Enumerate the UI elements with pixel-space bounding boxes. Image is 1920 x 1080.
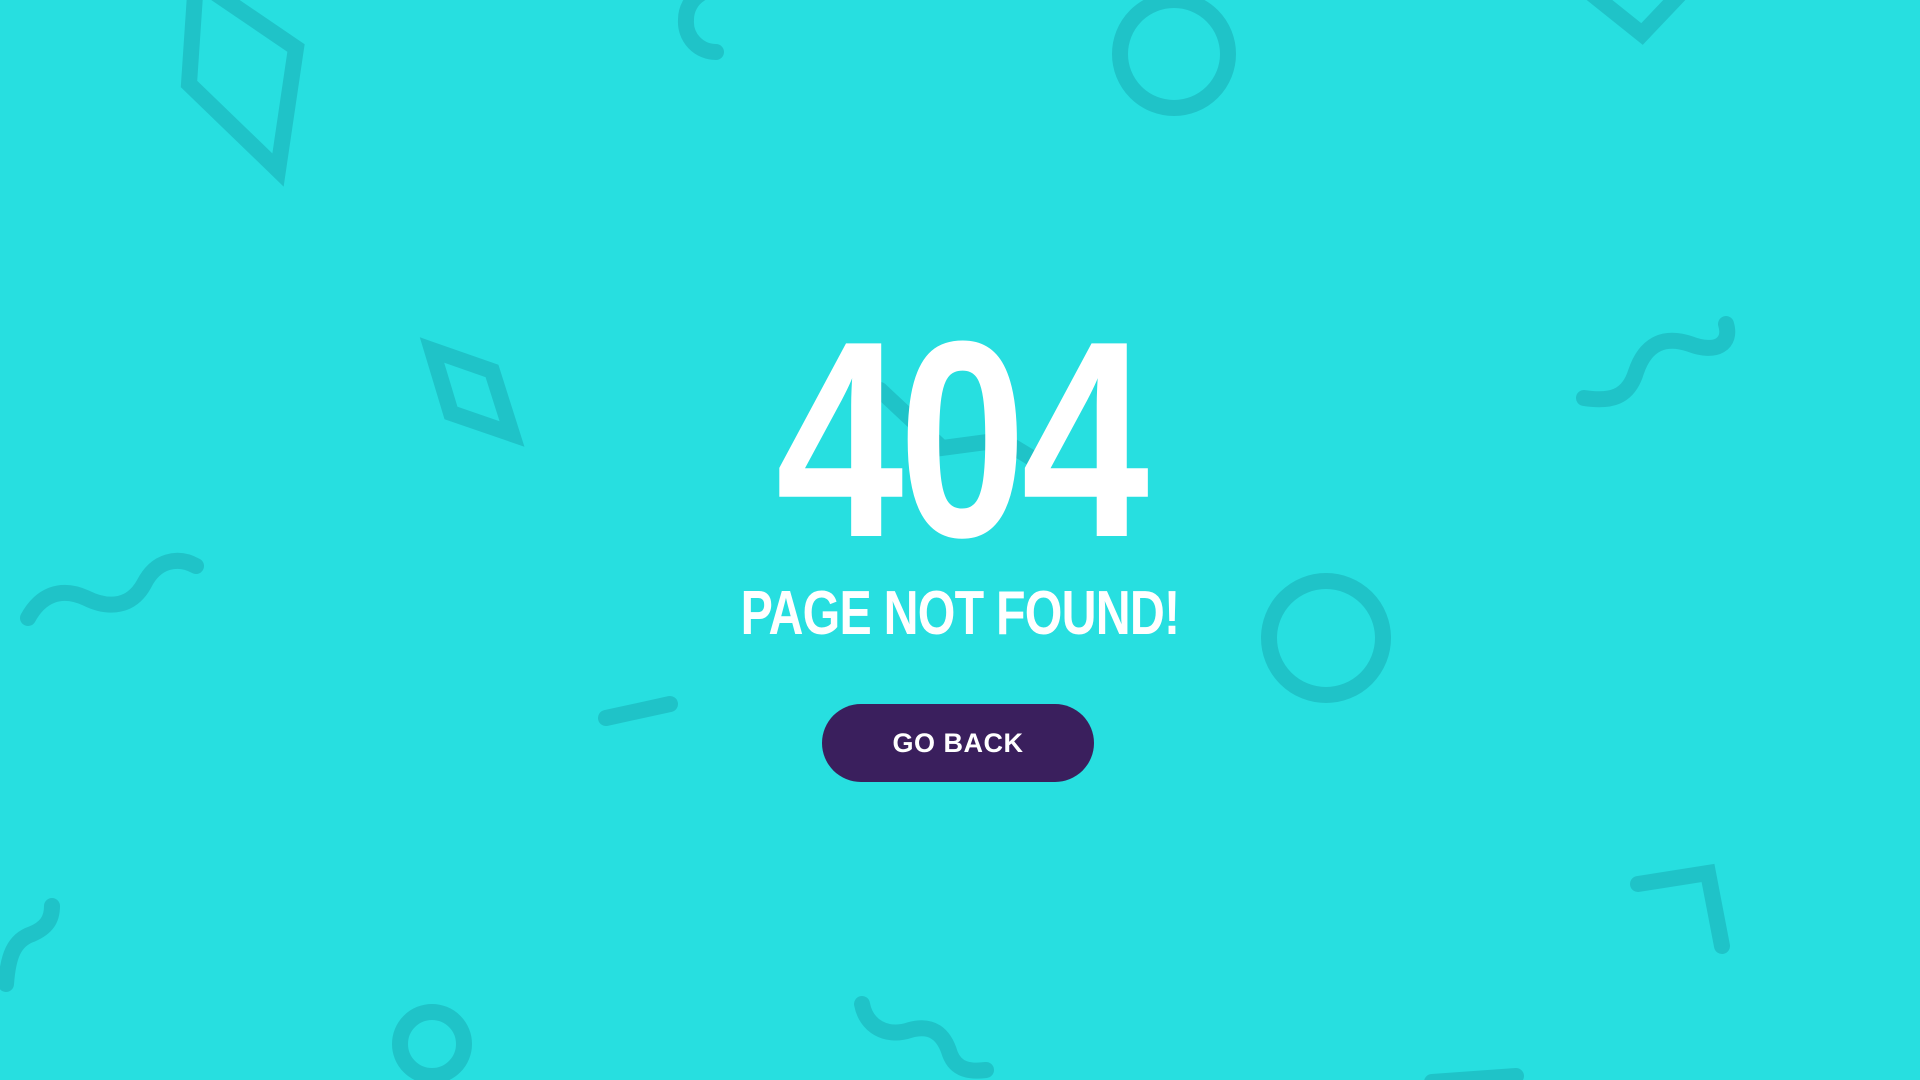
- error-code: 404: [775, 284, 1149, 596]
- go-back-button[interactable]: GO BACK: [822, 704, 1094, 782]
- error-page: 404 PAGE NOT FOUND! GO BACK: [0, 0, 1920, 1080]
- error-message: PAGE NOT FOUND!: [740, 579, 1181, 648]
